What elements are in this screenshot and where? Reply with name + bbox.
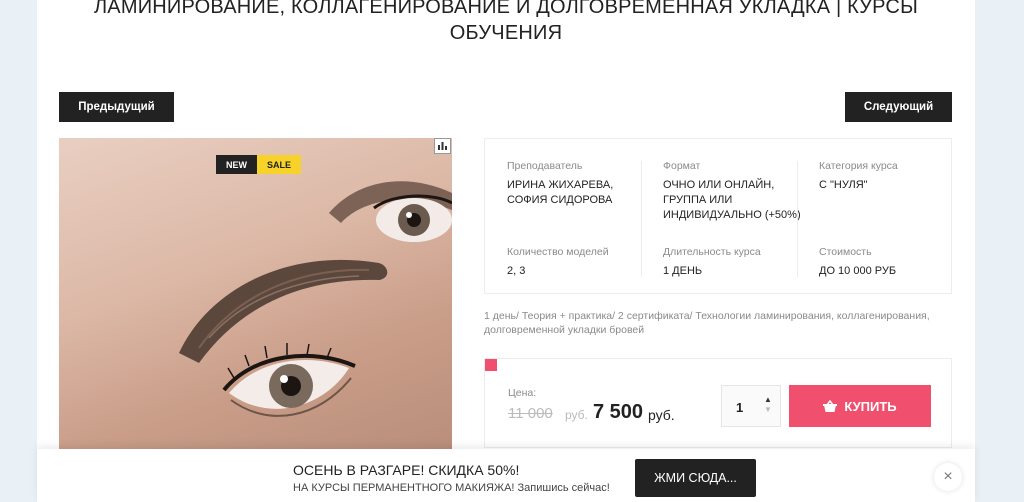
course-description: 1 день/ Теория + практика/ 2 сертификата… [484,310,930,336]
category-label: Категория курса [819,160,898,172]
promo-subtitle: НА КУРСЫ ПЕРМАНЕНТНОГО МАКИЯЖА! Запишись… [293,482,610,494]
models-label: Количество моделей [507,246,609,258]
close-icon[interactable]: × [934,463,962,491]
purchase-panel: Цена: 11 000 руб. 7 500 руб. 1 ▲ ▼ Купит… [484,358,952,448]
page-title-line2: ОБУЧЕНИЯ [449,22,563,44]
accent-marker [485,359,497,371]
models-cell: Количество моделей 2, 3 [507,245,647,279]
page-title: ЛАМИНИРОВАНИЕ, КОЛЛАГЕНИРОВАНИЕ И ДОЛГОВ… [37,0,975,46]
quantity-input[interactable]: 1 [736,400,743,415]
category-cell: Категория курса С "НУЛЯ" [819,159,959,193]
course-info-panel: Преподаватель ИРИНА ЖИХАРЕВА, СОФИЯ СИДО… [484,138,952,294]
bar-chart-icon[interactable] [434,138,451,154]
cost-value: ДО 10 000 РУБ [819,265,897,277]
duration-value: 1 ДЕНЬ [663,265,703,277]
teacher-cell: Преподаватель ИРИНА ЖИХАРЕВА, СОФИЯ СИДО… [507,159,647,208]
old-price-currency: руб. [565,408,588,422]
next-button[interactable]: Следующий [845,92,952,122]
teacher-value: ИРИНА ЖИХАРЕВА, СОФИЯ СИДОРОВА [507,179,614,206]
current-price: 7 500 [593,401,644,423]
models-value: 2, 3 [507,265,526,277]
quantity-stepper[interactable]: 1 ▲ ▼ [721,385,781,427]
format-cell: Формат ОЧНО ИЛИ ОНЛАЙН, ГРУППА ИЛИ ИНДИВ… [663,159,803,223]
promo-title: ОСЕНЬ В РАЗГАРЕ! СКИДКА 50%! [293,462,520,478]
sale-badge: SALE [257,155,302,174]
eyes-brows-illustration [179,181,452,417]
category-value: С "НУЛЯ" [819,179,868,191]
buy-button[interactable]: Купить [789,385,931,427]
current-price-currency: руб. [648,407,675,423]
cost-label: Стоимость [819,246,872,258]
cost-cell: Стоимость ДО 10 000 РУБ [819,245,959,279]
decrement-icon[interactable]: ▼ [762,405,774,415]
basket-icon [823,399,838,412]
price-label: Цена: [508,387,537,399]
page-title-line1: ЛАМИНИРОВАНИЕ, КОЛЛАГЕНИРОВАНИЕ И ДОЛГОВ… [93,0,918,18]
previous-button[interactable]: Предыдущий [59,92,174,122]
product-image[interactable]: NEW SALE [59,138,452,453]
old-price: 11 000 [508,405,553,422]
promo-banner: ОСЕНЬ В РАЗГАРЕ! СКИДКА 50%! НА КУРСЫ ПЕ… [37,449,975,502]
format-value: ОЧНО ИЛИ ОНЛАЙН, ГРУППА ИЛИ ИНДИВИДУАЛЬН… [663,179,801,221]
page-container: ЛАМИНИРОВАНИЕ, КОЛЛАГЕНИРОВАНИЕ И ДОЛГОВ… [37,0,975,502]
duration-cell: Длительность курса 1 ДЕНЬ [663,245,803,279]
badges: NEW SALE [216,155,302,174]
duration-label: Длительность курса [663,246,761,258]
promo-button[interactable]: ЖМИ СЮДА... [635,459,756,497]
buy-button-label: Купить [844,398,897,414]
compare-icon [438,142,447,150]
format-label: Формат [663,160,701,172]
teacher-label: Преподаватель [507,160,583,172]
new-badge: NEW [216,155,257,174]
increment-icon[interactable]: ▲ [762,395,774,405]
